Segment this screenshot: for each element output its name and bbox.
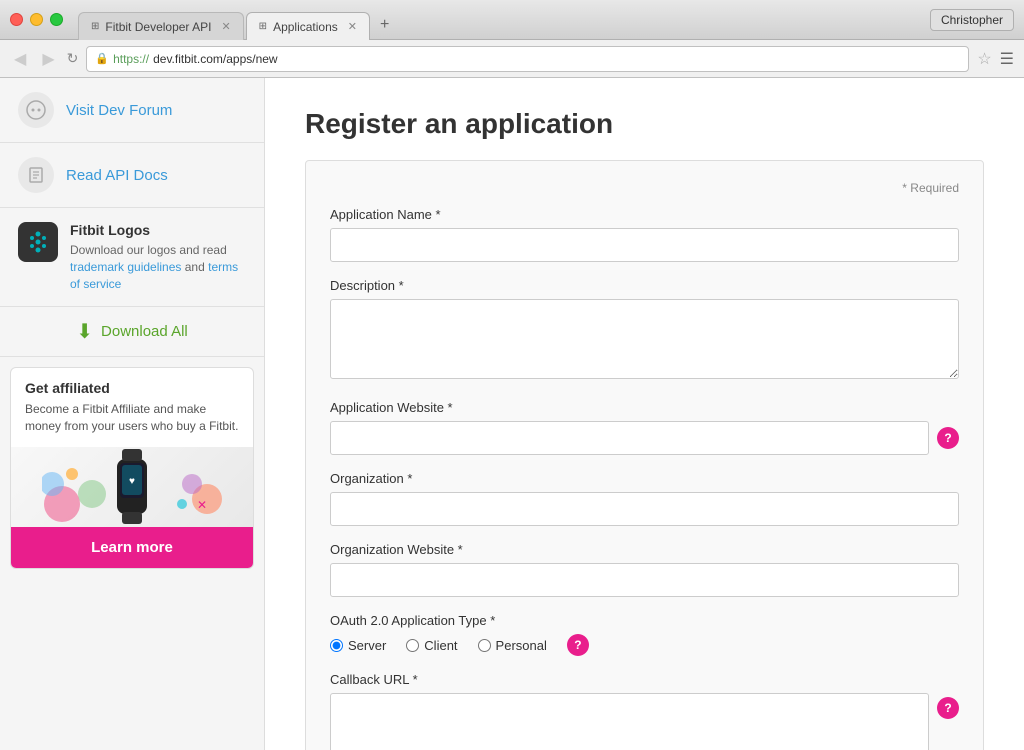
oauth-server-option[interactable]: Server [330, 638, 386, 653]
app-name-input[interactable] [330, 228, 959, 262]
required-note: * Required [330, 181, 959, 195]
svg-text:✕: ✕ [197, 498, 207, 512]
oauth-personal-label: Personal [496, 638, 547, 653]
callback-url-row: ? [330, 693, 959, 750]
organization-label: Organization * [330, 471, 959, 486]
oauth-label: OAuth 2.0 Application Type * [330, 613, 959, 628]
oauth-client-option[interactable]: Client [406, 638, 457, 653]
app-website-group: Application Website * ? [330, 400, 959, 455]
get-affiliated-section: Get affiliated Become a Fitbit Affiliate… [10, 367, 254, 569]
oauth-server-label: Server [348, 638, 386, 653]
app-website-label: Application Website * [330, 400, 959, 415]
get-affiliated-desc: Become a Fitbit Affiliate and make money… [25, 401, 239, 435]
forum-label: Visit Dev Forum [66, 102, 172, 119]
browser-content: Visit Dev Forum Read API Docs [0, 78, 1024, 750]
main-content: Register an application * Required Appli… [265, 78, 1024, 750]
description-label: Description * [330, 278, 959, 293]
url-https: https:// [113, 52, 149, 66]
organization-group: Organization * [330, 471, 959, 526]
sidebar-item-forum[interactable]: Visit Dev Forum [0, 78, 264, 143]
app-website-help-icon[interactable]: ? [937, 427, 959, 449]
callback-url-input[interactable] [330, 693, 929, 750]
org-website-group: Organization Website * [330, 542, 959, 597]
oauth-personal-radio[interactable] [478, 639, 491, 652]
tab2-close[interactable]: ✕ [348, 20, 357, 33]
tab1-label: Fitbit Developer API [105, 20, 211, 34]
forum-icon [18, 92, 54, 128]
refresh-button[interactable]: ↻ [67, 50, 79, 67]
fitbit-logo-icon [18, 222, 58, 262]
callback-url-help-icon[interactable]: ? [937, 697, 959, 719]
tab-applications[interactable]: ⊞ Applications ✕ [246, 12, 370, 40]
page-title: Register an application [305, 108, 984, 140]
fitbit-logos-desc: Download our logos and read trademark gu… [70, 242, 246, 292]
title-bar: ⊞ Fitbit Developer API ✕ ⊞ Applications … [0, 0, 1024, 40]
lock-icon: 🔒 [95, 52, 109, 65]
fitbit-logos-title: Fitbit Logos [70, 222, 246, 238]
fitbit-device-image: ♥ ✕ [11, 447, 253, 527]
api-docs-label: Read API Docs [66, 167, 168, 184]
api-docs-icon [18, 157, 54, 193]
org-website-input[interactable] [330, 563, 959, 597]
user-label: Christopher [941, 13, 1003, 27]
oauth-type-group: OAuth 2.0 Application Type * Server Clie… [330, 613, 959, 656]
url-bar[interactable]: 🔒 https:// [86, 46, 969, 72]
org-website-label: Organization Website * [330, 542, 959, 557]
user-menu[interactable]: Christopher [930, 9, 1014, 31]
minimize-button[interactable] [30, 13, 43, 26]
tab1-icon: ⊞ [91, 21, 99, 32]
oauth-radio-group: Server Client Personal ? [330, 634, 959, 656]
app-website-input[interactable] [330, 421, 929, 455]
new-tab-button[interactable]: + [372, 11, 397, 39]
sidebar-item-api-docs[interactable]: Read API Docs [0, 143, 264, 208]
app-website-row: ? [330, 421, 959, 455]
address-bar: ◀ ▶ ↻ 🔒 https:// ☆ ☰ [0, 40, 1024, 78]
tabs-bar: ⊞ Fitbit Developer API ✕ ⊞ Applications … [78, 0, 930, 39]
tab2-icon: ⊞ [259, 21, 267, 32]
tab-fitbit-dev[interactable]: ⊞ Fitbit Developer API ✕ [78, 12, 244, 40]
maximize-button[interactable] [50, 13, 63, 26]
learn-more-button[interactable]: Learn more [11, 527, 253, 568]
tab2-label: Applications [273, 20, 338, 34]
download-all-label: Download All [101, 323, 188, 340]
app-name-group: Application Name * [330, 207, 959, 262]
forward-button[interactable]: ▶ [38, 47, 58, 71]
tab1-close[interactable]: ✕ [221, 20, 230, 33]
fitbit-logos-info: Fitbit Logos Download our logos and read… [70, 222, 246, 292]
download-arrow-icon: ⬇ [76, 319, 93, 344]
bookmark-button[interactable]: ☆ [977, 49, 991, 69]
url-input[interactable] [153, 52, 960, 66]
download-all-section: ⬇ Download All [0, 307, 264, 357]
fitbit-logos-section: Fitbit Logos Download our logos and read… [0, 208, 264, 307]
get-affiliated-content: Get affiliated Become a Fitbit Affiliate… [11, 368, 253, 447]
download-all-button[interactable]: ⬇ Download All [76, 319, 187, 344]
menu-button[interactable]: ☰ [1000, 49, 1014, 69]
back-button[interactable]: ◀ [10, 47, 30, 71]
trademark-link[interactable]: trademark guidelines [70, 260, 181, 274]
oauth-server-radio[interactable] [330, 639, 343, 652]
app-name-label: Application Name * [330, 207, 959, 222]
oauth-help-icon[interactable]: ? [567, 634, 589, 656]
svg-text:♥: ♥ [129, 476, 135, 487]
callback-url-group: Callback URL * ? [330, 672, 959, 750]
get-affiliated-title: Get affiliated [25, 380, 239, 396]
window-controls [10, 13, 63, 26]
description-input[interactable] [330, 299, 959, 379]
callback-url-label: Callback URL * [330, 672, 959, 687]
registration-form: * Required Application Name * Descriptio… [305, 160, 984, 750]
sidebar: Visit Dev Forum Read API Docs [0, 78, 265, 750]
organization-input[interactable] [330, 492, 959, 526]
oauth-client-radio[interactable] [406, 639, 419, 652]
description-group: Description * [330, 278, 959, 384]
close-button[interactable] [10, 13, 23, 26]
oauth-personal-option[interactable]: Personal [478, 638, 547, 653]
oauth-client-label: Client [424, 638, 457, 653]
